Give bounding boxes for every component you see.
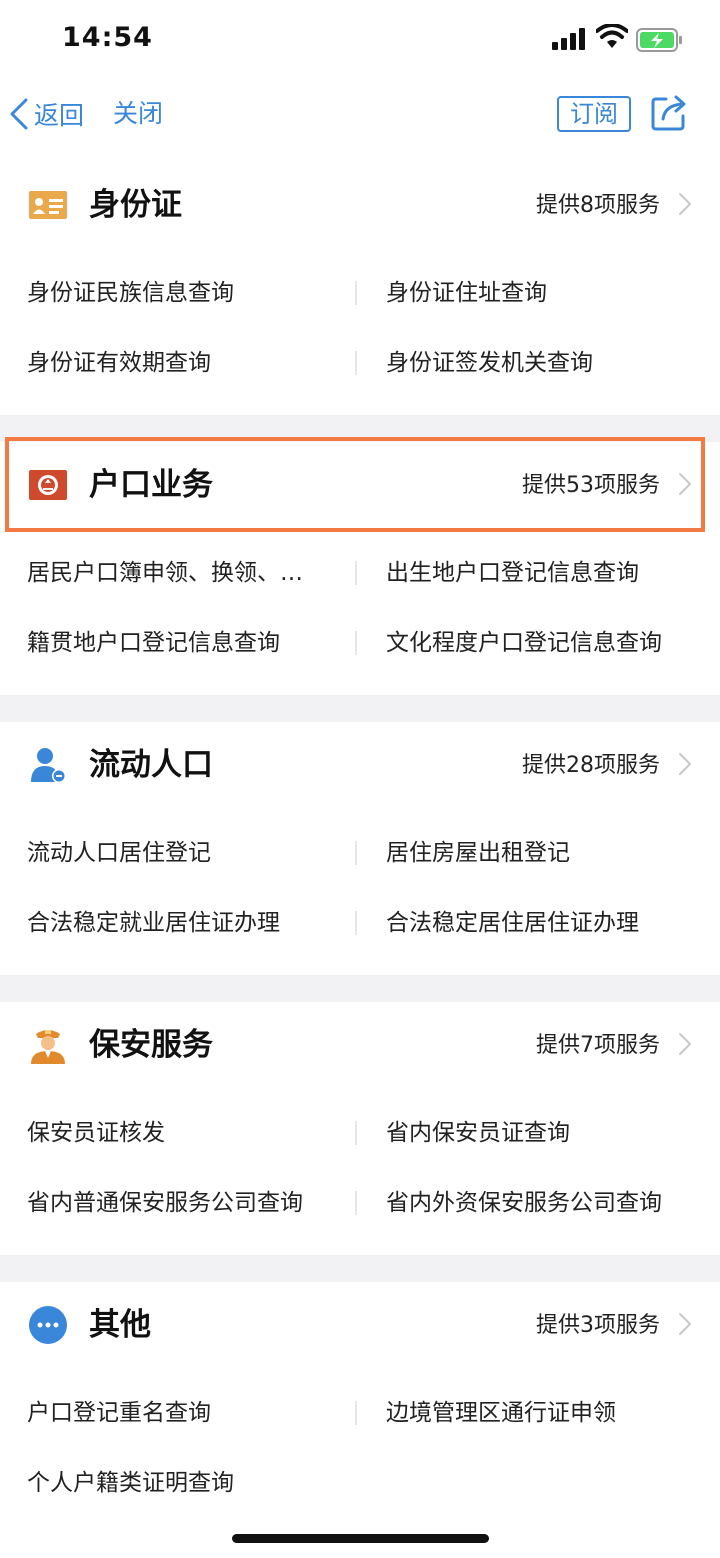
service-item[interactable]: 身份证住址查询 xyxy=(386,276,706,310)
service-item[interactable]: 保安员证核发 xyxy=(27,1116,327,1150)
id-card-icon xyxy=(29,191,67,219)
service-item[interactable]: 省内普通保安服务公司查询 xyxy=(27,1186,327,1220)
service-item[interactable]: 合法稳定就业居住证办理 xyxy=(27,906,327,940)
service-item[interactable]: 身份证民族信息查询 xyxy=(27,276,327,310)
divider xyxy=(355,841,357,865)
section-title: 户口业务 xyxy=(89,467,213,503)
security-guard-icon xyxy=(31,1030,65,1064)
divider xyxy=(355,911,357,935)
chevron-right-icon xyxy=(679,753,692,775)
nav-bar: 返回 关闭 订阅 xyxy=(0,80,720,162)
service-count: 提供28项服务 xyxy=(522,753,660,778)
service-item[interactable]: 个人户籍类证明查询 xyxy=(27,1466,327,1500)
section-header[interactable]: 保安服务 提供7项服务 xyxy=(0,1002,720,1090)
share-icon[interactable] xyxy=(650,94,688,132)
service-count: 提供7项服务 xyxy=(536,1033,660,1058)
service-item[interactable]: 文化程度户口登记信息查询 xyxy=(386,626,706,660)
service-item[interactable]: 合法稳定居住居住证办理 xyxy=(386,906,706,940)
section-header[interactable]: 户口业务 提供53项服务 xyxy=(0,442,720,530)
service-item[interactable]: 身份证有效期查询 xyxy=(27,346,327,380)
person-icon xyxy=(31,748,66,783)
more-dots-icon xyxy=(29,1306,67,1344)
service-item[interactable]: 出生地户口登记信息查询 xyxy=(386,556,706,590)
service-item[interactable]: 省内外资保安服务公司查询 xyxy=(386,1186,706,1220)
home-indicator xyxy=(232,1534,489,1543)
cellular-signal-icon xyxy=(552,28,588,50)
service-item[interactable]: 居住房屋出租登记 xyxy=(386,836,706,870)
divider xyxy=(355,1401,357,1425)
divider xyxy=(355,281,357,305)
service-item[interactable]: 边境管理区通行证申领 xyxy=(386,1396,706,1430)
section-other: 其他 提供3项服务 户口登记重名查询 边境管理区通行证申领 个人户籍类证明查询 xyxy=(0,1282,720,1558)
service-item[interactable]: 身份证签发机关查询 xyxy=(386,346,706,380)
section-household: 户口业务 提供53项服务 居民户口簿申领、换领、补领 出生地户口登记信息查询 籍… xyxy=(0,442,720,695)
divider xyxy=(355,1121,357,1145)
close-button[interactable]: 关闭 xyxy=(113,94,163,134)
service-item[interactable]: 省内保安员证查询 xyxy=(386,1116,706,1150)
section-security-service: 保安服务 提供7项服务 保安员证核发 省内保安员证查询 省内普通保安服务公司查询… xyxy=(0,1002,720,1255)
status-bar: 14:54 xyxy=(0,0,720,80)
chevron-right-icon xyxy=(679,473,692,495)
section-floating-population: 流动人口 提供28项服务 流动人口居住登记 居住房屋出租登记 合法稳定就业居住证… xyxy=(0,722,720,975)
back-label: 返回 xyxy=(34,101,85,130)
section-title: 保安服务 xyxy=(89,1027,213,1063)
divider xyxy=(355,561,357,585)
chevron-right-icon xyxy=(679,1033,692,1055)
divider xyxy=(355,631,357,655)
back-button[interactable]: 返回 xyxy=(8,94,84,134)
wifi-icon xyxy=(596,24,628,48)
service-count: 提供8项服务 xyxy=(536,193,660,218)
divider xyxy=(355,351,357,375)
section-title: 其他 xyxy=(89,1307,151,1343)
service-item[interactable]: 居民户口簿申领、换领、补领 xyxy=(27,556,320,590)
divider xyxy=(355,1191,357,1215)
service-item[interactable]: 籍贯地户口登记信息查询 xyxy=(27,626,327,660)
police-badge-icon xyxy=(29,470,67,500)
service-count: 提供53项服务 xyxy=(522,473,660,498)
subscribe-button[interactable]: 订阅 xyxy=(557,96,631,132)
section-id-card: 身份证 提供8项服务 身份证民族信息查询 身份证住址查询 身份证有效期查询 身份… xyxy=(0,162,720,415)
battery-charging-icon xyxy=(636,28,682,52)
section-header[interactable]: 其他 提供3项服务 xyxy=(0,1282,720,1370)
section-header[interactable]: 流动人口 提供28项服务 xyxy=(0,722,720,810)
chevron-left-icon xyxy=(10,98,28,130)
section-title: 流动人口 xyxy=(89,747,213,783)
chevron-right-icon xyxy=(679,1313,692,1335)
service-count: 提供3项服务 xyxy=(536,1313,660,1338)
status-time: 14:54 xyxy=(62,22,153,53)
service-item[interactable]: 户口登记重名查询 xyxy=(27,1396,327,1430)
section-header[interactable]: 身份证 提供8项服务 xyxy=(0,162,720,250)
chevron-right-icon xyxy=(679,193,692,215)
service-item[interactable]: 流动人口居住登记 xyxy=(27,836,327,870)
section-title: 身份证 xyxy=(89,187,182,223)
